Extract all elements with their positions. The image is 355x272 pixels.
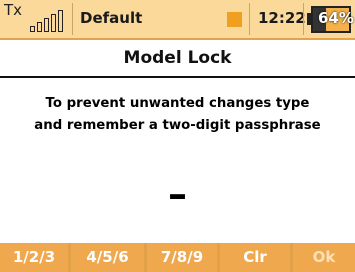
- clear-button[interactable]: Clr: [220, 243, 290, 272]
- message-line-1: To prevent unwanted changes type: [45, 96, 310, 111]
- button-bar: 1/2/3 4/5/6 7/8/9 Clr Ok: [0, 243, 355, 272]
- model-lock-screen: Tx Default 12:22:00 64% Model Lock To pr…: [0, 0, 355, 272]
- page-title: Model Lock: [123, 48, 232, 68]
- divider: [72, 3, 73, 35]
- model-name: Default: [80, 9, 143, 27]
- tx-label: Tx: [4, 1, 23, 19]
- tx-signal-indicator: Tx: [0, 0, 72, 38]
- status-bar: Tx Default 12:22:00 64%: [0, 0, 355, 40]
- ok-button[interactable]: Ok: [293, 243, 355, 272]
- signal-bars-icon: [30, 10, 68, 32]
- divider: [249, 3, 250, 35]
- digits-456-button[interactable]: 4/5/6: [71, 243, 144, 272]
- digits-789-button[interactable]: 7/8/9: [147, 243, 217, 272]
- divider: [303, 3, 304, 35]
- battery-percent: 64%: [318, 9, 354, 27]
- passphrase-field[interactable]: –: [0, 175, 355, 213]
- message-line-2: and remember a two-digit passphrase: [34, 118, 321, 133]
- title-divider: [0, 76, 355, 78]
- digits-123-button[interactable]: 1/2/3: [0, 243, 68, 272]
- status-flag-icon: [227, 12, 242, 27]
